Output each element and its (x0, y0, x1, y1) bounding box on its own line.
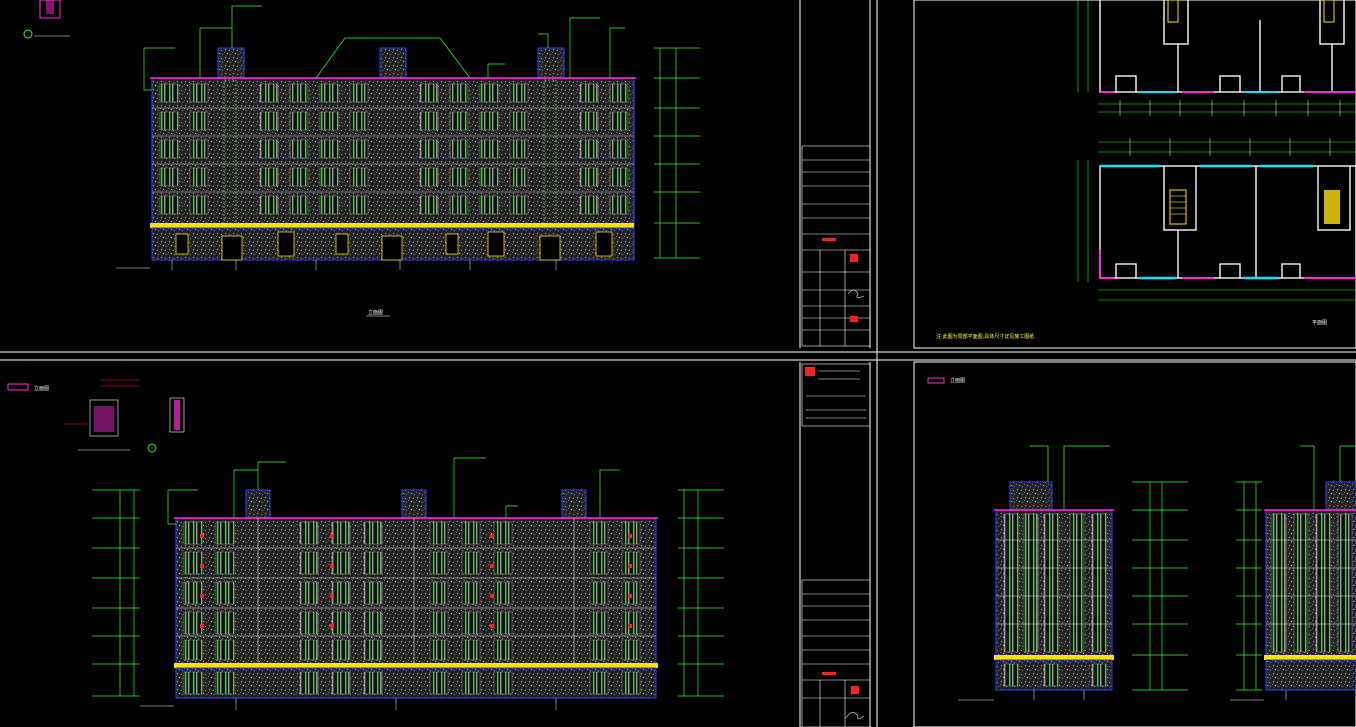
title-block-bottom (801, 363, 871, 727)
elevation-bottom-right[interactable]: 立面图 (927, 377, 1356, 701)
plan-top-right-note: 注:此图为局部平面图,具体尺寸详见施工图纸 (936, 333, 1034, 340)
elevation-top-left-caption: 立面图 (368, 309, 383, 316)
elevation-bottom-right-caption: 立面图 (950, 377, 965, 384)
elevation-top-left[interactable]: 立面图 (116, 5, 700, 317)
cad-drawing-canvas[interactable]: 立面图 平面图 注:此图为局部平面图,具体尺寸详见施工图纸 立面图 立面图 (0, 0, 1356, 727)
plan-top-right-caption: 平面图 (1312, 320, 1327, 326)
plan-top-right[interactable]: 平面图 注:此图为局部平面图,具体尺寸详见施工图纸 (936, 0, 1356, 340)
detail-mini-top-left (23, 0, 70, 39)
elevation-bottom-left[interactable] (92, 457, 724, 710)
elevation-bottom-left-caption: 立面图 (34, 385, 49, 392)
title-block-top (801, 145, 871, 347)
